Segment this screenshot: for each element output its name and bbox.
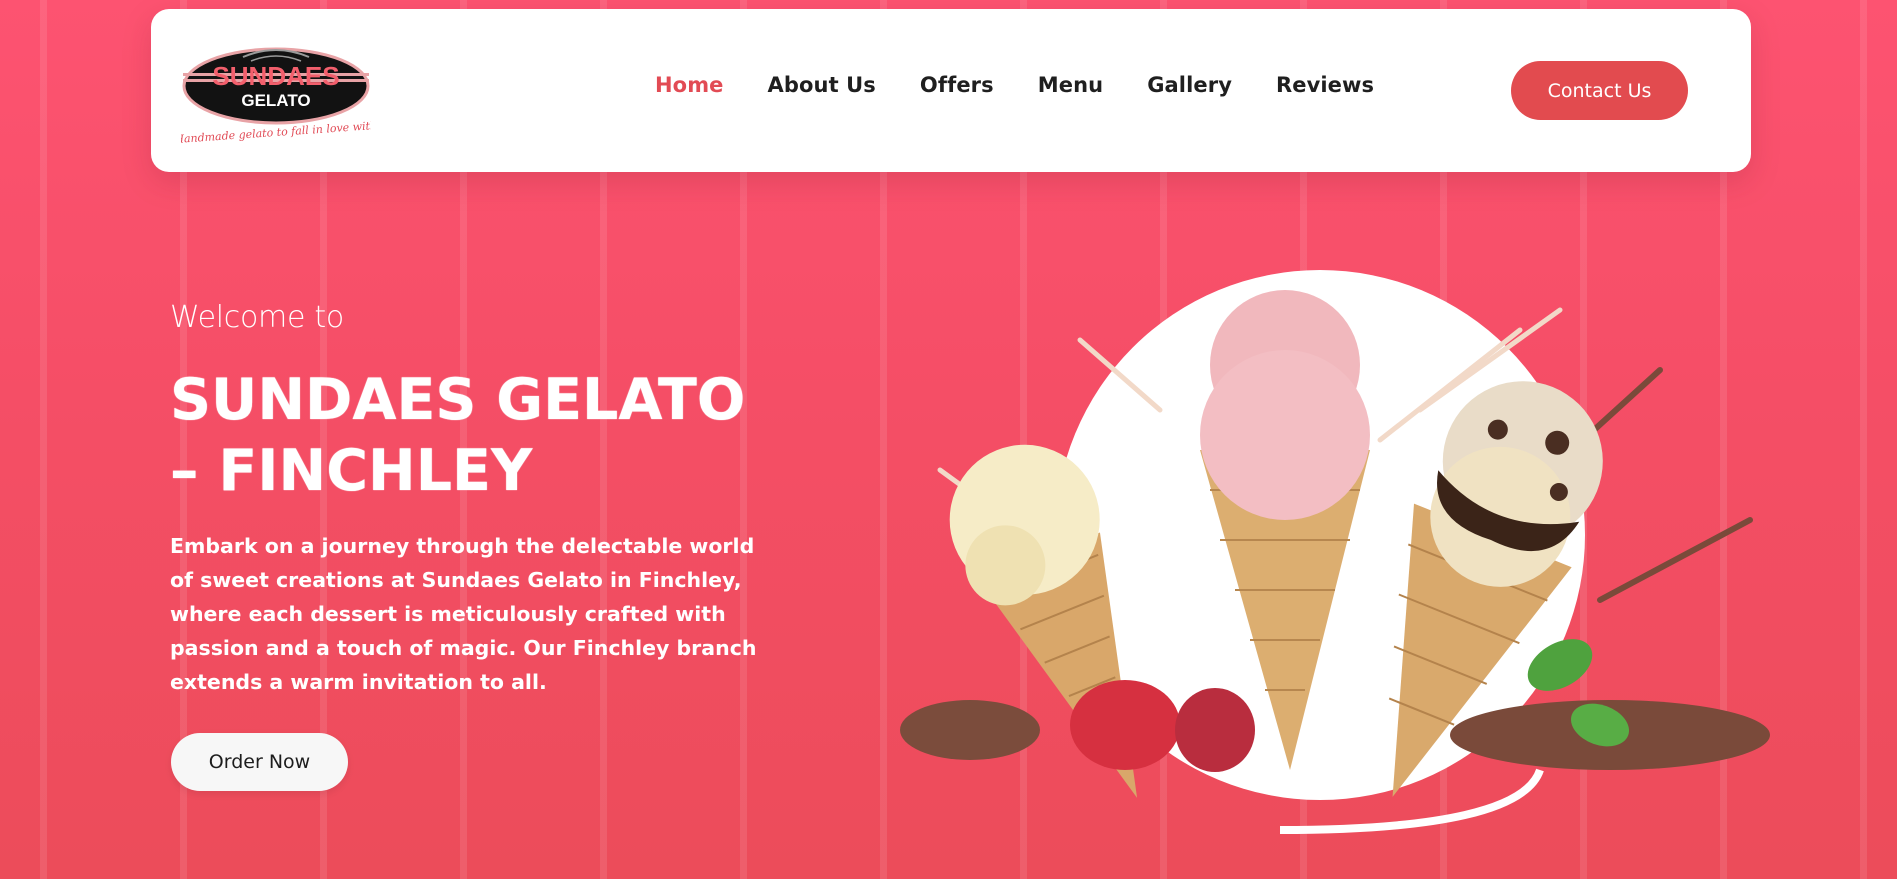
hero-description: Embark on a journey through the delectab… [170,534,757,694]
site-header: SUNDAES GELATO Handmade gelato to fall i… [151,9,1751,172]
strawberry-right [1175,688,1255,772]
svg-text:SUNDAES: SUNDAES [212,61,339,91]
nav-home[interactable]: Home [655,73,724,97]
nav-gallery[interactable]: Gallery [1147,73,1232,97]
contact-us-button[interactable]: Contact Us [1511,61,1688,120]
hero-welcome: Welcome to [170,300,344,335]
nav-reviews[interactable]: Reviews [1276,73,1374,97]
nav-about-us[interactable]: About Us [768,73,876,97]
hero-text: Welcome to SUNDAES GELATO – FINCHLEY Emb… [170,300,770,699]
nav-menu[interactable]: Menu [1038,73,1103,97]
brand-logo[interactable]: SUNDAES GELATO Handmade gelato to fall i… [181,43,371,143]
svg-text:GELATO: GELATO [241,91,310,110]
hero-title: SUNDAES GELATO – FINCHLEY [170,367,746,504]
ice-cream-cones-image [900,270,1770,834]
order-now-button[interactable]: Order Now [171,733,348,791]
chocolate-pool-left [900,700,1040,760]
nav-offers[interactable]: Offers [920,73,994,97]
strawberry-left [1070,680,1180,770]
main-nav: Home About Us Offers Menu Gallery Review… [655,73,1374,97]
